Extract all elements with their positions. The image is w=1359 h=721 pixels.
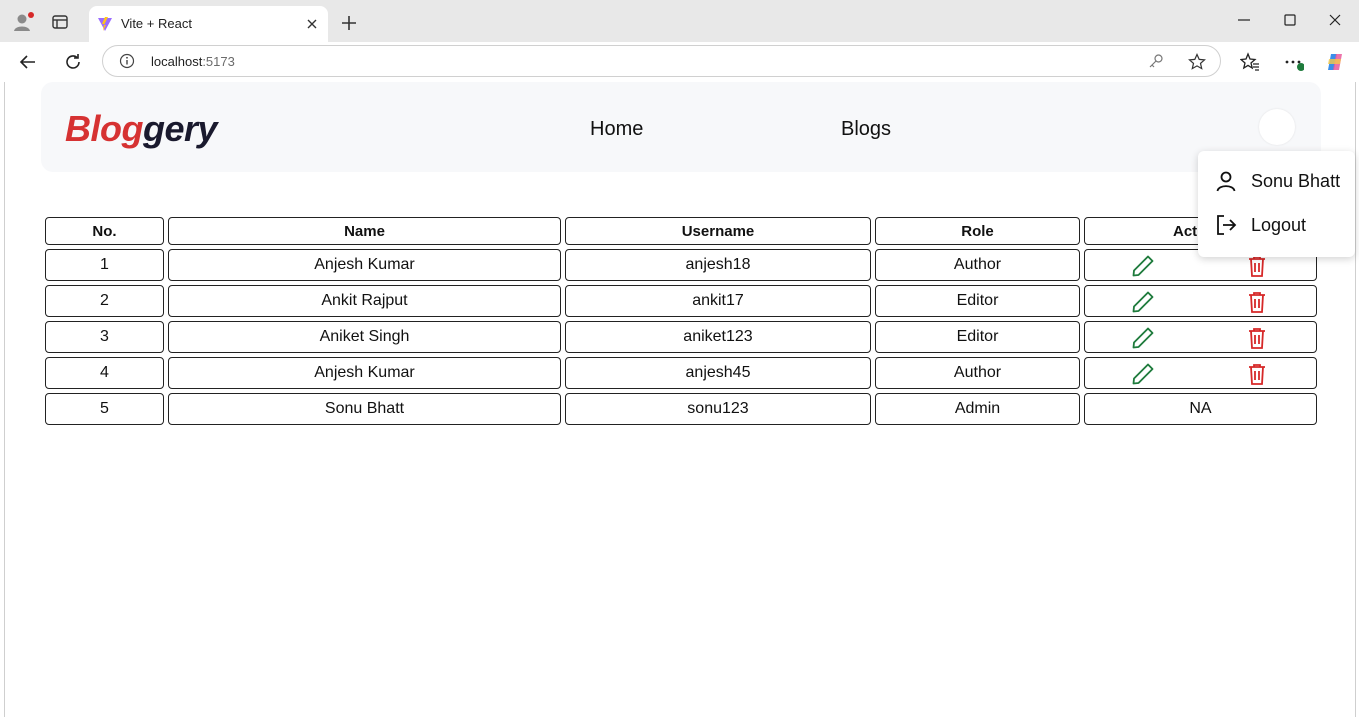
cell-username: anjesh18 — [565, 249, 871, 281]
browser-tab[interactable]: Vite + React — [89, 6, 328, 42]
cell-role: Editor — [875, 285, 1080, 317]
delete-trash-icon[interactable] — [1245, 290, 1269, 314]
vite-favicon-icon — [98, 17, 112, 31]
logout-icon — [1217, 215, 1237, 235]
user-icon — [1216, 171, 1236, 192]
new-tab-icon[interactable] — [340, 14, 358, 32]
logo-part-blog: Blog — [65, 108, 143, 149]
url-host: localhost — [151, 54, 203, 69]
minimize-icon[interactable] — [1236, 12, 1252, 28]
refresh-icon[interactable] — [63, 52, 83, 72]
tab-title: Vite + React — [121, 16, 192, 31]
cell-username: ankit17 — [565, 285, 871, 317]
edit-pencil-icon[interactable] — [1131, 254, 1155, 278]
cell-name: Anjesh Kumar — [168, 249, 561, 281]
close-window-icon[interactable] — [1327, 12, 1343, 28]
cell-actions-na: NA — [1084, 393, 1317, 425]
cell-no: 3 — [45, 321, 164, 353]
edit-pencil-icon[interactable] — [1131, 362, 1155, 386]
cell-role: Author — [875, 249, 1080, 281]
back-icon[interactable] — [18, 52, 38, 72]
header-name: Name — [168, 217, 561, 245]
cell-username: anjesh45 — [565, 357, 871, 389]
browser-toolbar: localhost:5173 — [0, 42, 1359, 82]
table-row: 5 Sonu Bhatt sonu123 Admin NA — [45, 393, 1317, 425]
cell-actions — [1084, 357, 1317, 389]
tab-actions-icon[interactable] — [52, 14, 68, 30]
favorite-star-icon[interactable] — [1188, 53, 1206, 71]
table-header-row: No. Name Username Role Actions — [45, 217, 1317, 245]
password-key-icon[interactable] — [1148, 53, 1164, 69]
cell-role: Editor — [875, 321, 1080, 353]
maximize-icon[interactable] — [1282, 12, 1298, 28]
user-avatar[interactable] — [1259, 109, 1295, 145]
cell-name: Aniket Singh — [168, 321, 561, 353]
cell-no: 5 — [45, 393, 164, 425]
cell-actions — [1084, 285, 1317, 317]
header-username: Username — [565, 217, 871, 245]
header-role: Role — [875, 217, 1080, 245]
cell-username: sonu123 — [565, 393, 871, 425]
cell-name: Anjesh Kumar — [168, 357, 561, 389]
copilot-icon[interactable] — [1325, 52, 1345, 72]
cell-no: 2 — [45, 285, 164, 317]
cell-no: 4 — [45, 357, 164, 389]
app-logo[interactable]: Bloggery — [65, 108, 218, 150]
more-options-icon[interactable] — [1284, 52, 1304, 72]
cell-name: Ankit Rajput — [168, 285, 561, 317]
cell-actions — [1084, 321, 1317, 353]
favorites-icon[interactable] — [1240, 52, 1260, 72]
table-row: 1 Anjesh Kumar anjesh18 Author — [45, 249, 1317, 281]
cell-no: 1 — [45, 249, 164, 281]
nav-home-link[interactable]: Home — [590, 118, 643, 141]
header-no: No. — [45, 217, 164, 245]
dropdown-user-label: Sonu Bhatt — [1251, 171, 1341, 191]
close-tab-icon[interactable] — [304, 16, 320, 32]
delete-trash-icon[interactable] — [1245, 326, 1269, 350]
profile-icon[interactable] — [12, 11, 34, 33]
cell-role: Author — [875, 357, 1080, 389]
nav-blogs-link[interactable]: Blogs — [841, 118, 891, 141]
table-row: 3 Aniket Singh aniket123 Editor — [45, 321, 1317, 353]
app-navbar: Bloggery Home Blogs — [41, 82, 1321, 172]
site-info-icon[interactable] — [119, 53, 135, 69]
cell-role: Admin — [875, 393, 1080, 425]
user-dropdown-menu: Sonu Bhatt Logout — [1198, 151, 1355, 257]
delete-trash-icon[interactable] — [1245, 362, 1269, 386]
address-bar[interactable]: localhost:5173 — [102, 45, 1221, 77]
dropdown-logout-label: Logout — [1251, 215, 1307, 235]
url-text: localhost:5173 — [151, 54, 235, 69]
url-port: :5173 — [202, 54, 235, 69]
logo-part-gery: gery — [142, 108, 218, 149]
cell-name: Sonu Bhatt — [168, 393, 561, 425]
edit-pencil-icon[interactable] — [1131, 326, 1155, 350]
table-row: 2 Ankit Rajput ankit17 Editor — [45, 285, 1317, 317]
delete-trash-icon[interactable] — [1245, 254, 1269, 278]
edit-pencil-icon[interactable] — [1131, 290, 1155, 314]
table-row: 4 Anjesh Kumar anjesh45 Author — [45, 357, 1317, 389]
browser-titlebar: Vite + React — [0, 0, 1359, 42]
cell-username: aniket123 — [565, 321, 871, 353]
users-table: No. Name Username Role Actions 1 Anjesh … — [41, 213, 1321, 429]
page-viewport: Bloggery Home Blogs No. Name Username Ro… — [4, 82, 1356, 717]
